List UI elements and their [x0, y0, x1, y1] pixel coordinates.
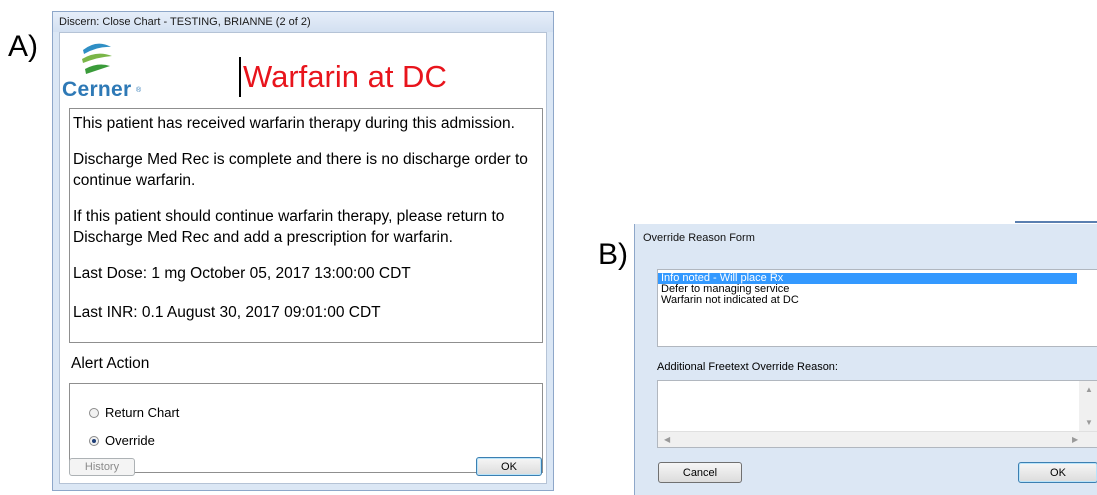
override-option[interactable]: Override — [89, 433, 155, 448]
dialog-client-area: Cerner ® Warfarin at DC This patient has… — [59, 32, 547, 484]
panel-label-a: A) — [8, 30, 38, 63]
cerner-logo-icon — [82, 43, 112, 74]
logo-text: Cerner — [62, 78, 132, 101]
panel-label-b: B) — [598, 238, 628, 271]
message-line: This patient has received warfarin thera… — [73, 115, 515, 132]
history-button[interactable]: History — [69, 458, 135, 476]
alert-message-box[interactable]: This patient has received warfarin thera… — [69, 108, 543, 343]
text-caret — [239, 57, 241, 97]
dialog-title: Discern: Close Chart - TESTING, BRIANNE … — [53, 12, 553, 32]
alert-action-group: Return Chart Override — [69, 383, 543, 473]
override-reason-list[interactable]: Info noted - Will place Rx Defer to mana… — [657, 269, 1097, 347]
scroll-left-icon[interactable]: ◀ — [664, 436, 670, 444]
alert-action-label: Alert Action — [71, 355, 150, 372]
return-chart-radio[interactable] — [89, 407, 99, 418]
override-label: Override — [105, 433, 155, 448]
cerner-logo: Cerner ® — [60, 36, 141, 106]
window-edge — [1015, 221, 1097, 223]
override-ok-button[interactable]: OK — [1018, 462, 1097, 483]
vertical-scrollbar[interactable]: ▲ ▼ — [1079, 381, 1097, 431]
scroll-up-icon[interactable]: ▲ — [1085, 386, 1093, 394]
scroll-right-icon[interactable]: ▶ — [1072, 436, 1078, 444]
freetext-label: Additional Freetext Override Reason: — [657, 361, 838, 373]
last-inr-line: Last INR: 0.1 August 30, 2017 09:01:00 C… — [73, 304, 381, 321]
freetext-input[interactable]: ▲ ▼ ◀ ▶ — [657, 380, 1097, 448]
return-chart-option[interactable]: Return Chart — [89, 405, 179, 420]
override-radio[interactable] — [89, 435, 99, 446]
horizontal-scrollbar[interactable]: ◀ ▶ — [658, 431, 1097, 447]
ok-button[interactable]: OK — [476, 457, 542, 476]
return-chart-label: Return Chart — [105, 405, 180, 420]
cancel-button[interactable]: Cancel — [658, 462, 742, 483]
override-reason-dialog: Override Reason Form Info noted - Will p… — [634, 221, 1097, 495]
last-dose-line: Last Dose: 1 mg October 05, 2017 13:00:0… — [73, 265, 411, 282]
logo-trademark: ® — [136, 87, 142, 94]
alert-title: Warfarin at DC — [243, 59, 447, 94]
override-dialog-title: Override Reason Form — [643, 232, 755, 244]
message-line: Discharge Med Rec is complete and there … — [73, 151, 528, 189]
scroll-down-icon[interactable]: ▼ — [1085, 419, 1093, 427]
reason-item[interactable]: Warfarin not indicated at DC — [658, 295, 1097, 306]
close-chart-dialog: Discern: Close Chart - TESTING, BRIANNE … — [52, 11, 554, 491]
message-line: If this patient should continue warfarin… — [73, 208, 505, 246]
